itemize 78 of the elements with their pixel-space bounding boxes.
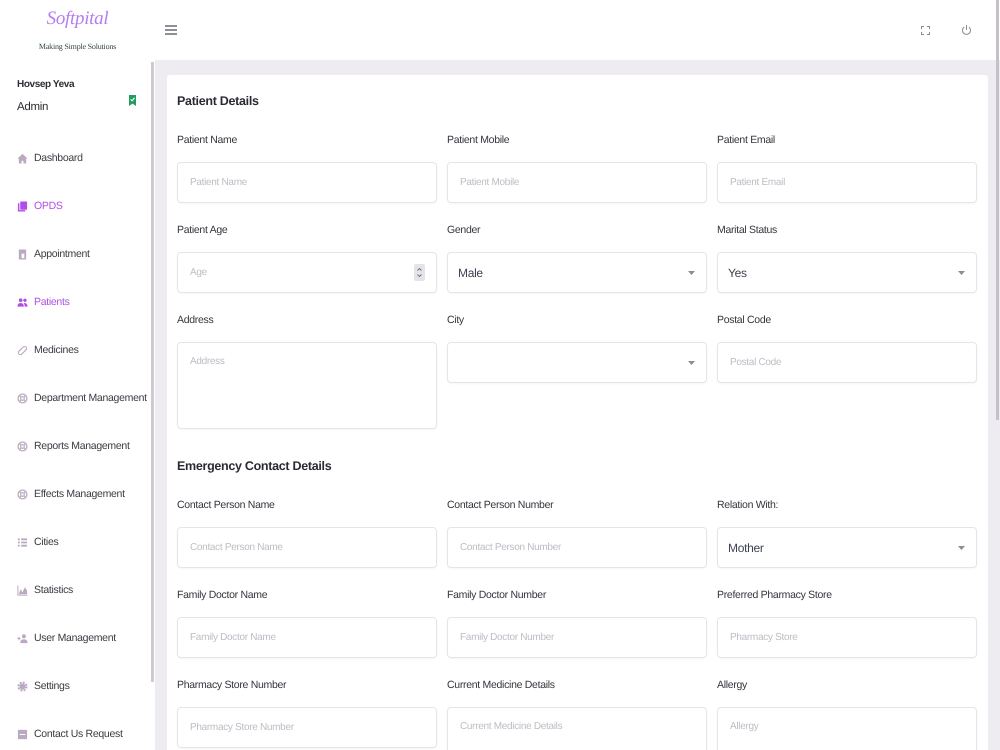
select-field[interactable]: Male (447, 252, 707, 293)
select-field[interactable]: Yes (717, 252, 977, 293)
field-label: Address (177, 313, 214, 328)
field-label: Patient Age (177, 223, 228, 238)
nav-link[interactable]: Contact Us Request (17, 727, 123, 741)
caret-icon (958, 270, 965, 274)
user-role: Admin (17, 100, 48, 115)
textarea-field[interactable]: Address (177, 342, 437, 429)
power-icon[interactable] (961, 24, 972, 36)
field-label: Patient Email (717, 133, 775, 148)
logo-text: Softpital (46, 7, 108, 31)
caret-icon (958, 546, 965, 550)
user-plus-icon (17, 632, 28, 644)
field-label: Patient Name (177, 133, 238, 148)
field-label: Family Doctor Name (177, 588, 268, 603)
textarea-field[interactable]: Current Medicine Details (447, 707, 707, 750)
text-field[interactable]: Pharmacy Store (717, 617, 977, 658)
field-label: Relation With: (717, 498, 778, 513)
scrollbar-thumb[interactable] (151, 62, 154, 682)
nav-link[interactable]: Patients (17, 295, 70, 309)
nav-link[interactable]: Department Management (17, 391, 147, 405)
field-label: Postal Code (717, 313, 771, 328)
field-label: Marital Status (717, 223, 777, 238)
lifebuoy-icon (17, 392, 28, 404)
menu-icon[interactable] (165, 25, 177, 35)
field-label: Preferred Pharmacy Store (717, 588, 832, 603)
text-field[interactable]: Contact Person Name (177, 527, 437, 568)
field-label: Patient Mobile (447, 133, 510, 148)
field-label: Contact Person Number (447, 498, 554, 513)
area-chart-icon (17, 584, 28, 596)
settings-icon (17, 680, 28, 692)
text-field[interactable]: Patient Name (177, 162, 437, 203)
text-field[interactable]: Pharmacy Store Number (177, 707, 437, 748)
nav-link[interactable]: Cities (17, 535, 58, 549)
lifebuoy-icon (17, 488, 28, 500)
section-title: Patient Details (177, 93, 260, 109)
tagline: Making Simple Solutions (38, 41, 116, 52)
scrollbar-thumb[interactable] (996, 0, 999, 420)
field-label: Gender (447, 223, 480, 238)
text-field[interactable]: Family Doctor Number (447, 617, 707, 658)
spinner-icon[interactable] (414, 264, 425, 281)
caret-icon (688, 360, 695, 364)
list-icon (17, 536, 28, 548)
nav-link[interactable]: Settings (17, 679, 70, 693)
pill-icon (17, 344, 28, 356)
clipboard-icon (17, 248, 28, 260)
lifebuoy-icon (17, 440, 28, 452)
nav-link[interactable]: User Management (17, 631, 116, 645)
fullscreen-icon[interactable] (921, 26, 930, 34)
text-field[interactable]: Patient Mobile (447, 162, 707, 203)
field-label: Allergy (717, 678, 747, 693)
home-icon (17, 152, 28, 164)
text-field[interactable]: Patient Email (717, 162, 977, 203)
nav-link[interactable]: Dashboard (17, 151, 83, 165)
users-icon (17, 296, 28, 308)
textarea-field[interactable]: Allergy (717, 707, 977, 750)
nav-link[interactable]: Reports Management (17, 439, 130, 453)
text-field[interactable]: Family Doctor Name (177, 617, 437, 658)
section-title: Emergency Contact Details (177, 458, 332, 474)
field-label: Family Doctor Number (447, 588, 546, 603)
text-field[interactable]: Postal Code (717, 342, 977, 383)
nav-link[interactable]: OPDS (17, 199, 63, 213)
nav-link[interactable]: Statistics (17, 583, 74, 597)
documents-icon (17, 200, 28, 212)
select-field[interactable]: Mother (717, 527, 977, 568)
caret-icon (688, 270, 695, 274)
select-field[interactable] (447, 342, 707, 383)
user-name: Hovsep Yeva (17, 78, 74, 92)
field-label: Current Medicine Details (447, 678, 555, 693)
nav-link[interactable]: Medicines (17, 343, 79, 357)
nav-link[interactable]: Appointment (17, 247, 90, 261)
bookmark-check-icon (129, 94, 136, 106)
field-label: Contact Person Name (177, 498, 275, 513)
text-field[interactable]: Contact Person Number (447, 527, 707, 568)
field-label: City (447, 313, 464, 328)
field-label: Pharmacy Store Number (177, 678, 286, 693)
number-field[interactable]: Age (177, 252, 437, 293)
nav-link[interactable]: Effects Management (17, 487, 125, 501)
